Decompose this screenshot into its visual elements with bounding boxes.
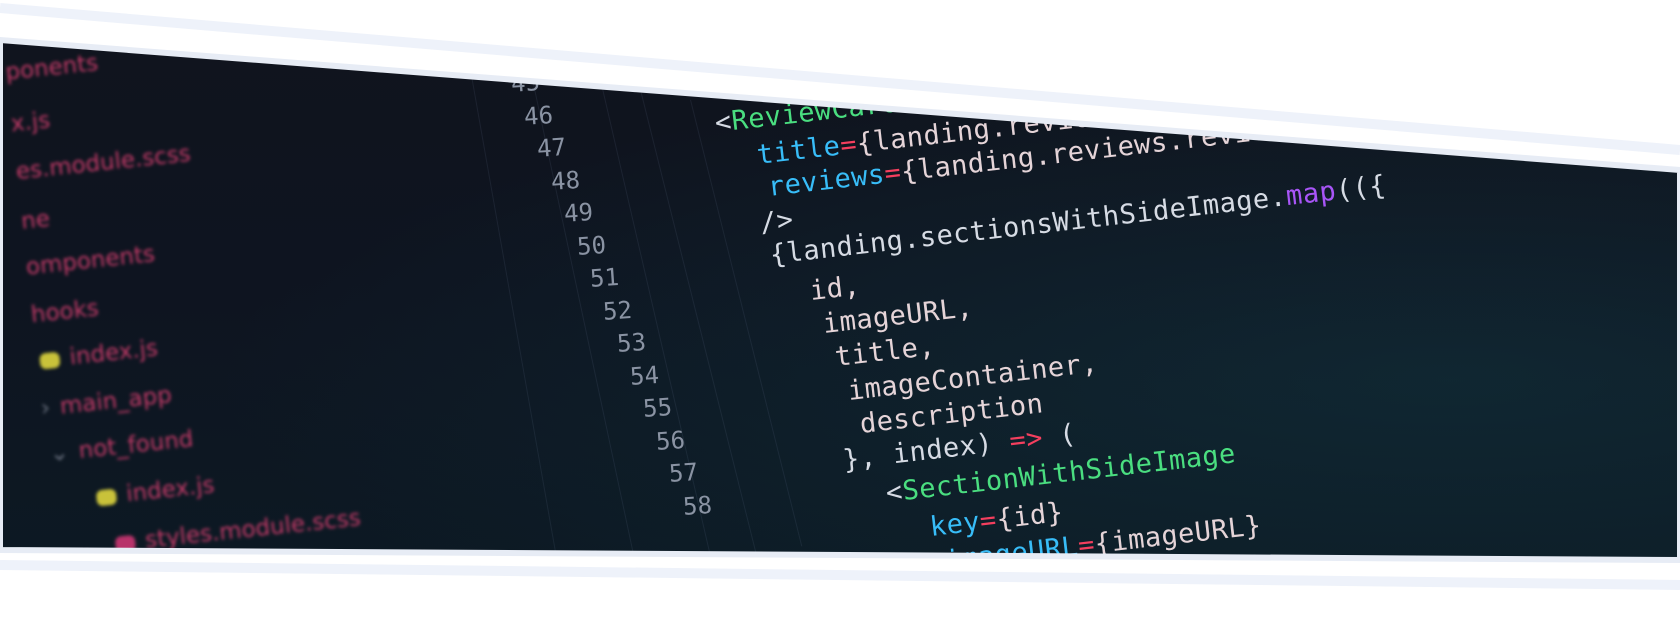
screen-frame	[0, 0, 1680, 627]
